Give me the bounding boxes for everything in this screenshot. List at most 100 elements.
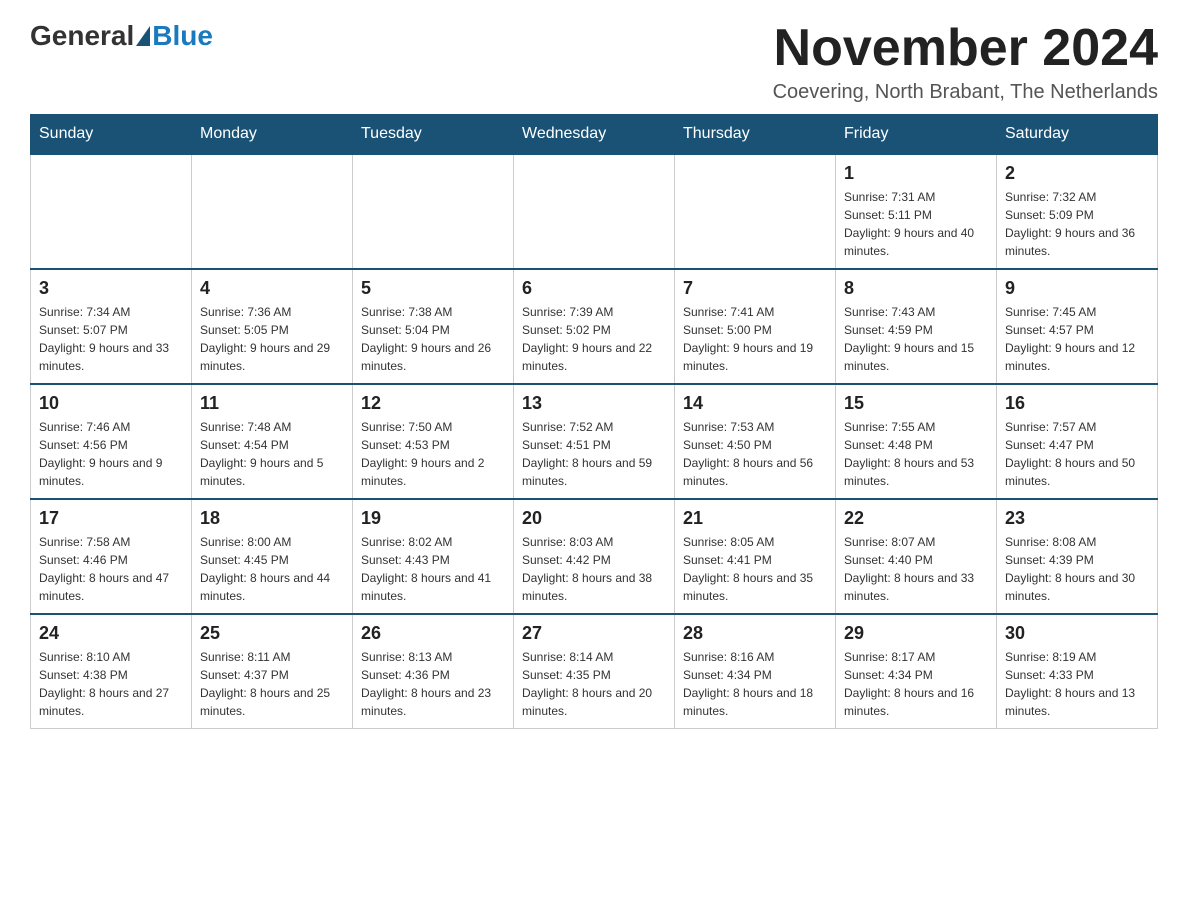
day-number: 10 <box>39 393 183 414</box>
day-header-monday: Monday <box>192 115 353 155</box>
day-number: 30 <box>1005 623 1149 644</box>
day-cell: 25Sunrise: 8:11 AMSunset: 4:37 PMDayligh… <box>192 614 353 729</box>
day-number: 18 <box>200 508 344 529</box>
day-header-sunday: Sunday <box>31 115 192 155</box>
day-cell: 4Sunrise: 7:36 AMSunset: 5:05 PMDaylight… <box>192 269 353 384</box>
day-number: 13 <box>522 393 666 414</box>
day-info: Sunrise: 7:55 AMSunset: 4:48 PMDaylight:… <box>844 418 988 490</box>
day-info: Sunrise: 7:38 AMSunset: 5:04 PMDaylight:… <box>361 303 505 375</box>
day-cell: 27Sunrise: 8:14 AMSunset: 4:35 PMDayligh… <box>514 614 675 729</box>
day-number: 2 <box>1005 163 1149 184</box>
day-number: 24 <box>39 623 183 644</box>
day-number: 17 <box>39 508 183 529</box>
day-cell: 24 Sunrise: 8:10 AMSunset: 4:38 PMDayligh… <box>31 614 192 729</box>
day-cell: 8 Sunrise: 7:43 AMSunset: 4:59 PMDaylight… <box>836 269 997 384</box>
day-cell: 6 Sunrise: 7:39 AMSunset: 5:02 PMDaylight… <box>514 269 675 384</box>
day-cell: 20Sunrise: 8:03 AMSunset: 4:42 PMDayligh… <box>514 499 675 614</box>
day-header-wednesday: Wednesday <box>514 115 675 155</box>
day-number: 21 <box>683 508 827 529</box>
day-cell <box>675 154 836 269</box>
day-cell: 28 Sunrise: 8:16 AMSunset: 4:34 PMDayligh… <box>675 614 836 729</box>
day-cell: 10Sunrise: 7:46 AMSunset: 4:56 PMDayligh… <box>31 384 192 499</box>
day-number: 14 <box>683 393 827 414</box>
day-info: Sunrise: 7:50 AMSunset: 4:53 PMDaylight:… <box>361 418 505 490</box>
day-number: 1 <box>844 163 988 184</box>
day-cell: 11 Sunrise: 7:48 AMSunset: 4:54 PMDayligh… <box>192 384 353 499</box>
day-info: Sunrise: 7:39 AMSunset: 5:02 PMDaylight:… <box>522 303 666 375</box>
day-info: Sunrise: 8:03 AMSunset: 4:42 PMDaylight:… <box>522 533 666 605</box>
day-cell: 19Sunrise: 8:02 AMSunset: 4:43 PMDayligh… <box>353 499 514 614</box>
day-cell: 14 Sunrise: 7:53 AMSunset: 4:50 PMDayligh… <box>675 384 836 499</box>
logo-general-text: General <box>30 20 134 52</box>
day-cell: 5 Sunrise: 7:38 AMSunset: 5:04 PMDaylight… <box>353 269 514 384</box>
day-cell: 12 Sunrise: 7:50 AMSunset: 4:53 PMDayligh… <box>353 384 514 499</box>
week-row-4: 17 Sunrise: 7:58 AMSunset: 4:46 PMDayligh… <box>31 499 1158 614</box>
day-info: Sunrise: 7:53 AMSunset: 4:50 PMDaylight:… <box>683 418 827 490</box>
location-subtitle: Coevering, North Brabant, The Netherland… <box>773 81 1158 104</box>
week-row-3: 10Sunrise: 7:46 AMSunset: 4:56 PMDayligh… <box>31 384 1158 499</box>
day-cell <box>31 154 192 269</box>
week-row-2: 3 Sunrise: 7:34 AMSunset: 5:07 PMDaylight… <box>31 269 1158 384</box>
day-number: 9 <box>1005 278 1149 299</box>
logo-triangle-icon <box>136 26 150 46</box>
day-info: Sunrise: 7:32 AMSunset: 5:09 PMDaylight:… <box>1005 188 1149 260</box>
calendar-table: SundayMondayTuesdayWednesdayThursdayFrid… <box>30 114 1158 729</box>
day-number: 22 <box>844 508 988 529</box>
logo: General Blue <box>30 20 213 52</box>
day-number: 6 <box>522 278 666 299</box>
day-number: 28 <box>683 623 827 644</box>
day-cell: 3 Sunrise: 7:34 AMSunset: 5:07 PMDaylight… <box>31 269 192 384</box>
day-cell: 30Sunrise: 8:19 AMSunset: 4:33 PMDayligh… <box>997 614 1158 729</box>
day-number: 26 <box>361 623 505 644</box>
day-info: Sunrise: 8:00 AMSunset: 4:45 PMDaylight:… <box>200 533 344 605</box>
title-area: November 2024 Coevering, North Brabant, … <box>773 20 1158 104</box>
day-cell <box>353 154 514 269</box>
day-number: 23 <box>1005 508 1149 529</box>
calendar-body: 1 Sunrise: 7:31 AMSunset: 5:11 PMDaylight… <box>31 154 1158 729</box>
day-info: Sunrise: 8:14 AMSunset: 4:35 PMDaylight:… <box>522 648 666 720</box>
day-cell: 18 Sunrise: 8:00 AMSunset: 4:45 PMDayligh… <box>192 499 353 614</box>
day-info: Sunrise: 7:52 AMSunset: 4:51 PMDaylight:… <box>522 418 666 490</box>
day-info: Sunrise: 7:41 AMSunset: 5:00 PMDaylight:… <box>683 303 827 375</box>
day-info: Sunrise: 7:48 AMSunset: 4:54 PMDaylight:… <box>200 418 344 490</box>
day-header-friday: Friday <box>836 115 997 155</box>
day-cell: 17 Sunrise: 7:58 AMSunset: 4:46 PMDayligh… <box>31 499 192 614</box>
day-cell: 13 Sunrise: 7:52 AMSunset: 4:51 PMDayligh… <box>514 384 675 499</box>
day-number: 5 <box>361 278 505 299</box>
day-number: 29 <box>844 623 988 644</box>
day-cell: 26 Sunrise: 8:13 AMSunset: 4:36 PMDayligh… <box>353 614 514 729</box>
day-info: Sunrise: 7:34 AMSunset: 5:07 PMDaylight:… <box>39 303 183 375</box>
day-cell: 2 Sunrise: 7:32 AMSunset: 5:09 PMDaylight… <box>997 154 1158 269</box>
day-cell: 16Sunrise: 7:57 AMSunset: 4:47 PMDayligh… <box>997 384 1158 499</box>
day-info: Sunrise: 8:11 AMSunset: 4:37 PMDaylight:… <box>200 648 344 720</box>
week-row-5: 24 Sunrise: 8:10 AMSunset: 4:38 PMDayligh… <box>31 614 1158 729</box>
logo-blue-text: Blue <box>152 20 213 52</box>
day-cell: 29 Sunrise: 8:17 AMSunset: 4:34 PMDayligh… <box>836 614 997 729</box>
day-info: Sunrise: 8:10 AMSunset: 4:38 PMDaylight:… <box>39 648 183 720</box>
header-row: SundayMondayTuesdayWednesdayThursdayFrid… <box>31 115 1158 155</box>
day-number: 11 <box>200 393 344 414</box>
day-info: Sunrise: 8:17 AMSunset: 4:34 PMDaylight:… <box>844 648 988 720</box>
day-number: 4 <box>200 278 344 299</box>
day-info: Sunrise: 8:16 AMSunset: 4:34 PMDaylight:… <box>683 648 827 720</box>
day-info: Sunrise: 7:43 AMSunset: 4:59 PMDaylight:… <box>844 303 988 375</box>
day-info: Sunrise: 8:07 AMSunset: 4:40 PMDaylight:… <box>844 533 988 605</box>
day-info: Sunrise: 8:08 AMSunset: 4:39 PMDaylight:… <box>1005 533 1149 605</box>
day-info: Sunrise: 7:58 AMSunset: 4:46 PMDaylight:… <box>39 533 183 605</box>
day-info: Sunrise: 8:13 AMSunset: 4:36 PMDaylight:… <box>361 648 505 720</box>
week-row-1: 1 Sunrise: 7:31 AMSunset: 5:11 PMDaylight… <box>31 154 1158 269</box>
day-cell: 1 Sunrise: 7:31 AMSunset: 5:11 PMDaylight… <box>836 154 997 269</box>
day-cell <box>514 154 675 269</box>
day-cell: 9 Sunrise: 7:45 AMSunset: 4:57 PMDaylight… <box>997 269 1158 384</box>
day-number: 8 <box>844 278 988 299</box>
page-header: General Blue November 2024 Coevering, No… <box>30 20 1158 104</box>
day-number: 12 <box>361 393 505 414</box>
month-year-title: November 2024 <box>773 20 1158 77</box>
day-header-tuesday: Tuesday <box>353 115 514 155</box>
day-number: 3 <box>39 278 183 299</box>
day-info: Sunrise: 8:02 AMSunset: 4:43 PMDaylight:… <box>361 533 505 605</box>
day-info: Sunrise: 7:45 AMSunset: 4:57 PMDaylight:… <box>1005 303 1149 375</box>
day-info: Sunrise: 7:57 AMSunset: 4:47 PMDaylight:… <box>1005 418 1149 490</box>
day-cell: 23 Sunrise: 8:08 AMSunset: 4:39 PMDayligh… <box>997 499 1158 614</box>
day-info: Sunrise: 7:31 AMSunset: 5:11 PMDaylight:… <box>844 188 988 260</box>
